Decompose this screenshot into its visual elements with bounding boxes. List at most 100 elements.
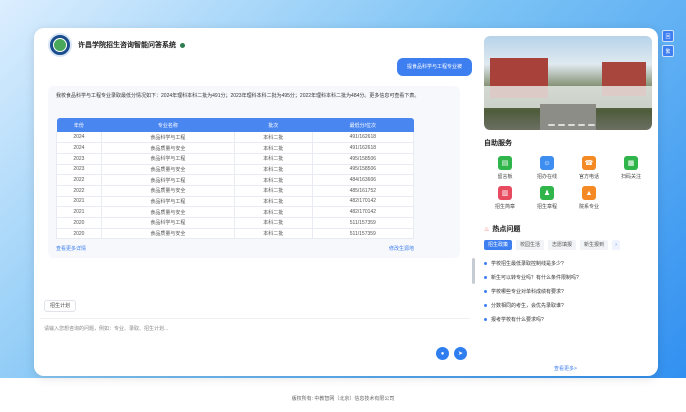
table-header-cell: 年份 bbox=[56, 118, 102, 132]
question-text: 学校哪些专业对单科成绩有要求? bbox=[491, 288, 564, 295]
service-item[interactable]: ☎ 官方电话 bbox=[568, 156, 610, 180]
service-item[interactable]: ☺ 招办在线 bbox=[526, 156, 568, 180]
table-cell: 2021 bbox=[56, 206, 102, 218]
table-cell: 2022 bbox=[56, 185, 102, 197]
table-cell: 食品质量与安全 bbox=[101, 206, 235, 218]
question-text: 分数相同的考生，会优先录取谁? bbox=[491, 302, 564, 309]
table-header-row: 年份 专业名称 批次 最低分/位次 bbox=[56, 118, 414, 132]
more-details-link[interactable]: 查看更多详情 bbox=[56, 245, 86, 252]
question-tab[interactable]: 招生政策 bbox=[484, 240, 513, 250]
header: 许昌学院招生咨询智能问答系统 bbox=[48, 33, 185, 57]
services-grid: ▤ 留言板 ☺ 招办在线 ☎ 官方电话 ▦ 扫码关注 ▥ 招生简章 ♟ 招生章程 ▲ 院系专业 bbox=[484, 156, 652, 210]
edit-origin-link[interactable]: 修改生源地 bbox=[389, 245, 414, 252]
question-item[interactable]: 学校哪些专业对单科成绩有要求? bbox=[484, 284, 652, 298]
table-cell: 食品质量与安全 bbox=[101, 185, 235, 197]
footer-copyright: 版权所有: 中教智网（北京）信息技术有限公司 bbox=[291, 396, 395, 402]
table-cell: 本科二批 bbox=[234, 132, 313, 144]
service-label: 院系专业 bbox=[578, 204, 599, 210]
sidebar: 自助服务 ▤ 留言板 ☺ 招办在线 ☎ 官方电话 ▦ 扫码关注 ▥ 招生简章 ♟ 招生章程 ▲ 院系专业 … bbox=[484, 36, 652, 372]
question-tab[interactable]: 志愿填报 bbox=[548, 240, 577, 250]
service-item[interactable]: ▥ 招生简章 bbox=[484, 186, 526, 210]
table-cell: 食品科学与工程 bbox=[101, 174, 235, 186]
table-row: 2022 食品质量与安全 本科二批 485/161752 bbox=[56, 185, 415, 197]
tab-next-icon[interactable]: › bbox=[612, 240, 621, 250]
answer-links: 查看更多详情 修改生源地 bbox=[56, 245, 414, 252]
table-row: 2021 食品质量与安全 本科二批 482/170142 bbox=[56, 206, 415, 218]
table-cell: 食品质量与安全 bbox=[101, 142, 235, 154]
service-label: 招生章程 bbox=[536, 204, 557, 210]
bullet-icon bbox=[484, 303, 487, 307]
table-row: 2020 食品科学与工程 本科二批 511/157359 bbox=[56, 217, 415, 229]
table-cell: 食品科学与工程 bbox=[101, 196, 235, 208]
input-area[interactable]: 请输入您想咨询的问题，例如：专业、录取、招生计划... ● ➤ bbox=[40, 318, 470, 368]
table-cell: 495/158506 bbox=[312, 164, 415, 176]
service-item[interactable]: ♟ 招生章程 bbox=[526, 186, 568, 210]
answer-text: 我校食品科学与工程专业录取最低分情况如下：2024年理科本科二批为491分；20… bbox=[56, 93, 420, 99]
question-list: 学校招生最低录取控制线是多少? 新生可以转专业吗？有什么条件限制吗? 学校哪些专业对… bbox=[484, 256, 652, 326]
logo-emblem bbox=[53, 38, 67, 52]
photo-road bbox=[540, 104, 596, 130]
table-cell: 本科二批 bbox=[234, 228, 313, 240]
services-title: 自助服务 bbox=[484, 140, 512, 147]
online-status-icon bbox=[180, 42, 185, 48]
question-tabs: 招生政策 校园生活 志愿填报 新生报到 › bbox=[484, 240, 652, 250]
brochure-icon: ▥ bbox=[498, 186, 512, 200]
question-tab[interactable]: 新生报到 bbox=[580, 240, 609, 250]
service-label: 扫码关注 bbox=[620, 174, 641, 180]
phone-icon: ☎ bbox=[582, 156, 596, 170]
table-row: 2023 食品质量与安全 本科二批 495/158506 bbox=[56, 164, 415, 176]
table-cell: 2024 bbox=[56, 132, 102, 144]
service-item[interactable]: ▲ 院系专业 bbox=[568, 186, 610, 210]
table-cell: 食品科学与工程 bbox=[101, 153, 235, 165]
table-cell: 2020 bbox=[56, 217, 102, 229]
table-cell: 本科二批 bbox=[234, 185, 313, 197]
department-icon: ▲ bbox=[582, 186, 596, 200]
enrollment-plan-chip[interactable]: 招生计划 bbox=[44, 300, 77, 312]
more-questions-link[interactable]: 查看更多> bbox=[554, 365, 577, 372]
table-cell: 2020 bbox=[56, 228, 102, 240]
answer-bubble: 我校食品科学与工程专业录取最低分情况如下：2024年理科本科二批为491分；20… bbox=[48, 86, 460, 259]
service-item[interactable]: ▤ 留言板 bbox=[484, 156, 526, 180]
table-cell: 食品科学与工程 bbox=[101, 217, 235, 229]
table-cell: 本科二批 bbox=[234, 196, 313, 208]
table-cell: 本科二批 bbox=[234, 217, 313, 229]
send-icon[interactable]: ➤ bbox=[454, 347, 467, 360]
question-input[interactable]: 请输入您想咨询的问题，例如：专业、录取、招生计划... bbox=[44, 325, 168, 332]
table-row: 2020 食品质量与安全 本科二批 511/157359 bbox=[56, 228, 415, 240]
question-tab[interactable]: 校园生活 bbox=[516, 240, 545, 250]
hot-questions-title: ♨ 热点问题 bbox=[484, 224, 652, 234]
table-header-cell: 专业名称 bbox=[101, 118, 235, 132]
charter-icon: ♟ bbox=[540, 186, 554, 200]
table-cell: 食品科学与工程 bbox=[101, 132, 235, 144]
campus-photo bbox=[484, 36, 652, 130]
carousel-dots[interactable] bbox=[548, 124, 595, 126]
bullet-icon bbox=[484, 289, 487, 293]
fire-icon: ♨ bbox=[484, 226, 490, 233]
bullet-icon bbox=[484, 317, 487, 321]
table-cell: 485/161752 bbox=[312, 185, 415, 197]
table-cell: 食品质量与安全 bbox=[101, 164, 235, 176]
user-message-bubble: 提食品科学与工程专业被 bbox=[396, 58, 472, 76]
chat-bubble-icon[interactable]: ● bbox=[436, 347, 449, 360]
return-button[interactable]: 回 bbox=[662, 30, 674, 42]
service-item[interactable]: ▦ 扫码关注 bbox=[610, 156, 652, 180]
bullet-icon bbox=[484, 275, 487, 279]
table-cell: 本科二批 bbox=[234, 206, 313, 218]
question-item[interactable]: 学校招生最低录取控制线是多少? bbox=[484, 256, 652, 270]
table-cell: 511/157359 bbox=[312, 217, 415, 229]
table-cell: 482/170142 bbox=[312, 206, 415, 218]
question-text: 新生可以转专业吗？有什么条件限制吗? bbox=[491, 274, 579, 281]
chat-scrollbar[interactable] bbox=[472, 258, 475, 284]
table-row: 2022 食品科学与工程 本科二批 484/163606 bbox=[56, 174, 415, 186]
bullet-icon bbox=[484, 261, 487, 265]
table-cell: 2023 bbox=[56, 164, 102, 176]
question-item[interactable]: 分数相同的考生，会优先录取谁? bbox=[484, 298, 652, 312]
school-logo bbox=[48, 33, 72, 57]
table-body: 2024 食品科学与工程 本科二批 491/162618 2024 食品质量与安全 本科二批… bbox=[56, 132, 415, 240]
question-item[interactable]: 新生可以转专业吗？有什么条件限制吗? bbox=[484, 270, 652, 284]
table-cell: 食品质量与安全 bbox=[101, 228, 235, 240]
traditional-chinese-button[interactable]: 繁 bbox=[662, 45, 674, 57]
table-cell: 491/162618 bbox=[312, 142, 415, 154]
table-cell: 2021 bbox=[56, 196, 102, 208]
question-item[interactable]: 报考学校有什么要求吗? bbox=[484, 312, 652, 326]
